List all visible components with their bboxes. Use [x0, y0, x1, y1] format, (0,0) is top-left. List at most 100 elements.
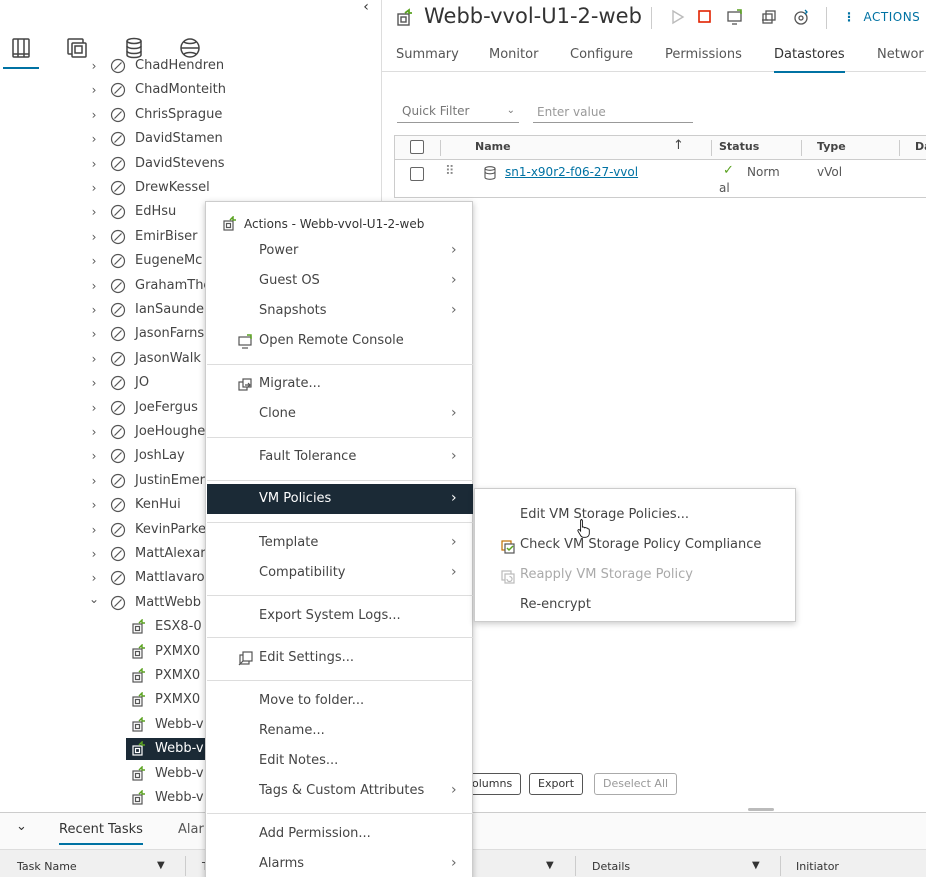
menu-item-label: Clone — [259, 406, 296, 421]
menu-item-template[interactable]: Template › — [206, 529, 472, 557]
tree-node[interactable]: › ChrisSprague — [0, 103, 381, 127]
collapse-navigator-button[interactable]: ‹ — [356, 0, 376, 16]
menu-item-re-encrypt[interactable]: Re-encrypt — [475, 592, 795, 620]
resource-pool-icon — [110, 595, 126, 611]
tab-recent-tasks[interactable]: Recent Tasks — [59, 822, 143, 845]
tree-node[interactable]: › ChadHendren — [0, 54, 381, 78]
tree-node-label: Webb-v — [155, 790, 204, 805]
tab-configure[interactable]: Configure — [570, 47, 633, 62]
chevron-right-icon[interactable]: › — [88, 377, 100, 389]
tab-alarms[interactable]: Alar — [178, 822, 204, 837]
menu-item-open-remote-console[interactable]: Open Remote Console — [206, 327, 472, 355]
chevron-right-icon[interactable]: › — [88, 328, 100, 340]
migrate-icon[interactable] — [760, 8, 780, 28]
filter-icon[interactable]: ▼ — [546, 860, 554, 871]
table-row[interactable]: ⠿ sn1-x90r2-f06-27-vvol ✓ Norm al vVol — [395, 161, 926, 197]
column-divider — [440, 140, 441, 156]
vm-icon — [222, 215, 238, 232]
tab-networ[interactable]: Networ — [877, 47, 924, 62]
chevron-right-icon[interactable]: › — [88, 133, 100, 145]
tab-monitor[interactable]: Monitor — [489, 47, 538, 62]
menu-item-vm-policies[interactable]: VM Policies › — [207, 484, 473, 514]
menu-item-label: Power — [259, 243, 299, 258]
chevron-right-icon[interactable]: › — [88, 280, 100, 292]
tree-node-label: PXMX0 — [155, 692, 201, 708]
menu-item-check-policy-compliance[interactable]: Check VM Storage Policy Compliance — [475, 532, 795, 560]
menu-item-edit-vm-storage-policies[interactable]: Edit VM Storage Policies... — [475, 502, 795, 530]
power-on-icon[interactable] — [668, 8, 688, 28]
tree-node-label: DavidStevens — [135, 155, 225, 171]
filter-icon[interactable]: ▼ — [157, 860, 165, 871]
snapshot-icon[interactable] — [792, 8, 812, 28]
resource-pool-icon — [110, 570, 126, 586]
chevron-right-icon[interactable]: › — [88, 402, 100, 414]
column-header-initiator[interactable]: Initiator — [796, 860, 839, 873]
chevron-right-icon[interactable]: › — [88, 60, 100, 72]
chevron-right-icon[interactable]: › — [88, 182, 100, 194]
chevron-right-icon[interactable]: › — [88, 353, 100, 365]
chevron-right-icon[interactable]: › — [88, 450, 100, 462]
launch-console-icon[interactable] — [726, 8, 746, 28]
export-button[interactable]: Export — [529, 773, 584, 795]
chevron-right-icon[interactable]: › — [88, 109, 100, 121]
tab-summary[interactable]: Summary — [396, 47, 459, 62]
menu-item-reapply-storage-policy[interactable]: Reapply VM Storage Policy — [475, 562, 795, 590]
chevron-right-icon[interactable]: › — [88, 475, 100, 487]
tree-node[interactable]: › ChadMonteith — [0, 78, 381, 102]
drag-handle-icon[interactable]: ⠿ — [445, 164, 455, 179]
tab-datastores[interactable]: Datastores — [774, 47, 845, 73]
chevron-right-icon[interactable]: › — [88, 548, 100, 560]
chevron-right-icon[interactable]: › — [88, 304, 100, 316]
row-checkbox[interactable] — [410, 167, 424, 181]
chevron-right-icon[interactable]: › — [88, 84, 100, 96]
menu-item-edit-notes[interactable]: Edit Notes... — [206, 747, 472, 775]
tree-node[interactable]: › DrewKessel — [0, 176, 381, 200]
datastore-name-link[interactable]: sn1-x90r2-f06-27-vvol — [505, 165, 638, 179]
tab-permissions[interactable]: Permissions — [665, 47, 742, 62]
select-all-checkbox[interactable] — [410, 140, 424, 154]
column-header-datacenter[interactable]: Da — [915, 140, 926, 153]
menu-item-move-to-folder[interactable]: Move to folder... — [206, 687, 472, 715]
column-header-status[interactable]: Status — [719, 140, 759, 153]
power-off-icon[interactable] — [696, 8, 716, 28]
chevron-right-icon[interactable]: › — [88, 572, 100, 584]
menu-item-alarms[interactable]: Alarms › — [206, 850, 472, 877]
tree-node[interactable]: › DavidStamen — [0, 127, 381, 151]
chevron-right-icon[interactable]: › — [88, 158, 100, 170]
quick-filter-select[interactable]: Quick Filter ⌄ — [397, 101, 519, 123]
chevron-down-icon[interactable]: ⌄ — [88, 593, 100, 605]
chevron-right-icon[interactable]: › — [88, 255, 100, 267]
column-header-name[interactable]: Name — [475, 140, 511, 153]
chevron-down-icon[interactable]: ⌄ — [16, 819, 27, 834]
menu-item-compatibility[interactable]: Compatibility › — [206, 559, 472, 587]
chevron-right-icon[interactable]: › — [88, 426, 100, 438]
menu-item-rename[interactable]: Rename... — [206, 717, 472, 745]
menu-item-tags-custom-attributes[interactable]: Tags & Custom Attributes › — [206, 777, 472, 805]
menu-item-guest-os[interactable]: Guest OS › — [206, 267, 472, 295]
sort-ascending-icon[interactable]: ↑ — [673, 138, 684, 153]
column-header-type[interactable]: Type — [817, 140, 846, 153]
actions-context-menu: Actions - Webb-vvol-U1-2-web Power › Guest… — [205, 201, 473, 877]
menu-item-snapshots[interactable]: Snapshots › — [206, 297, 472, 325]
column-header-details[interactable]: Details — [592, 860, 630, 873]
deselect-all-button[interactable]: Deselect All — [594, 773, 678, 795]
chevron-right-icon[interactable]: › — [88, 524, 100, 536]
menu-item-fault-tolerance[interactable]: Fault Tolerance › — [206, 443, 472, 471]
menu-item-migrate[interactable]: Migrate... — [206, 370, 472, 398]
column-header-task-name[interactable]: Task Name — [17, 860, 77, 873]
vm-icon — [131, 691, 147, 708]
vm-icon — [131, 667, 147, 684]
chevron-right-icon[interactable]: › — [88, 499, 100, 511]
menu-item-clone[interactable]: Clone › — [206, 400, 472, 428]
chevron-right-icon[interactable]: › — [88, 206, 100, 218]
menu-item-power[interactable]: Power › — [206, 237, 472, 265]
menu-item-add-permission[interactable]: Add Permission... — [206, 820, 472, 848]
menu-item-export-system-logs[interactable]: Export System Logs... — [206, 602, 472, 630]
chevron-right-icon[interactable]: › — [88, 231, 100, 243]
filter-icon[interactable]: ▼ — [752, 860, 760, 871]
actions-button[interactable]: ⋮ ACTIONS — [843, 10, 920, 24]
tree-node[interactable]: › DavidStevens — [0, 152, 381, 176]
resize-handle[interactable] — [748, 808, 774, 811]
filter-value-input[interactable] — [533, 101, 693, 123]
menu-item-edit-settings[interactable]: Edit Settings... — [206, 644, 472, 672]
